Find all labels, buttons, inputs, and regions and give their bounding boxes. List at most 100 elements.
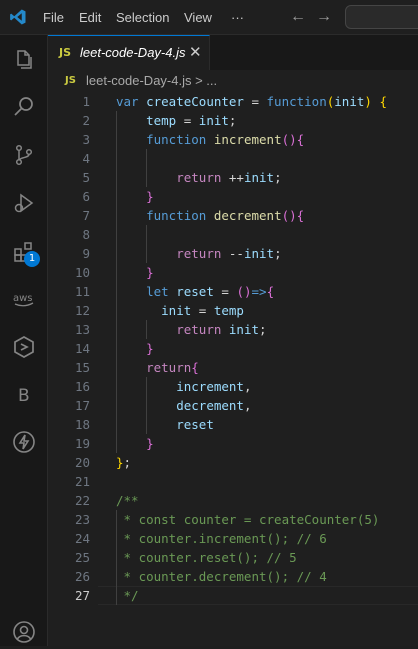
code-token: init [198,113,229,128]
tab-label: leet-code-Day-4.js [80,45,186,60]
code-token: { [266,284,275,299]
code-token: { [296,132,305,147]
code-line[interactable]: 9 return --init; [48,244,418,263]
code-token: reset [176,284,214,299]
thunder-client-icon[interactable] [12,430,36,454]
code-text: let reset = ()=>{ [116,282,274,301]
extensions-badge: 1 [24,251,40,267]
code-line[interactable]: 23 * const counter = createCounter(5) [48,510,418,529]
code-token: ; [123,455,132,470]
code-line[interactable]: 10 } [48,263,418,282]
code-token: * counter.reset(); // 5 [116,550,297,565]
line-number: 17 [74,398,90,413]
code-text: decrement, [116,396,251,415]
line-number: 24 [74,531,90,546]
code-editor[interactable]: 1 var createCounter = function(init) {2 t… [48,92,418,646]
forward-arrow-icon[interactable]: → [316,8,332,26]
code-line[interactable]: 11 let reset = ()=>{ [48,282,418,301]
close-icon[interactable]: ✕ [189,43,202,61]
code-line[interactable]: 5 return ++init; [48,168,418,187]
menu-more[interactable]: ··· [231,10,244,25]
code-line[interactable]: 27 */ [48,586,418,605]
code-token: } [146,189,154,204]
line-number: 5 [82,170,90,185]
source-control-icon[interactable] [12,143,36,167]
back-arrow-icon[interactable]: ← [290,8,306,26]
code-text: return --init; [116,244,281,263]
line-number: 25 [74,550,90,565]
breadcrumb: JS leet-code-Day-4.js > ... [48,70,418,92]
code-line[interactable]: 18 reset [48,415,418,434]
menu-selection[interactable]: Selection [116,10,169,25]
vscode-logo-icon[interactable] [9,8,27,26]
line-number: 6 [82,189,90,204]
code-text: } [116,187,154,206]
account-icon[interactable] [12,620,36,644]
kubernetes-icon[interactable] [12,335,36,359]
breadcrumb-item[interactable]: leet-code-Day-4.js > ... [86,73,217,88]
aws-icon[interactable]: aws [12,287,36,311]
code-token: , [243,398,252,413]
line-number: 12 [74,303,90,318]
code-text: } [116,339,154,358]
code-token: var [116,94,139,109]
code-token: /** [116,493,139,508]
code-text: } [116,434,154,453]
code-line[interactable]: 19 } [48,434,418,453]
code-token: createCounter [146,94,244,109]
code-line[interactable]: 25 * counter.reset(); // 5 [48,548,418,567]
code-token: return [176,322,222,337]
code-line[interactable]: 22 /** [48,491,418,510]
code-token: = [213,284,237,299]
code-line[interactable]: 20}; [48,453,418,472]
code-line[interactable]: 1 var createCounter = function(init) { [48,92,418,111]
code-line[interactable]: 16 increment, [48,377,418,396]
code-line[interactable]: 17 decrement, [48,396,418,415]
b-extension-icon[interactable]: B [12,383,36,407]
line-number: 15 [74,360,90,375]
search-icon[interactable] [12,95,36,119]
menu-view[interactable]: View [184,10,212,25]
code-line[interactable]: 12 init = temp [48,301,418,320]
line-number: 1 [82,94,90,109]
code-token: ; [228,113,237,128]
code-line[interactable]: 2 temp = init; [48,111,418,130]
code-line[interactable]: 21 [48,472,418,491]
code-token: function [266,94,327,109]
code-token: = [176,113,199,128]
code-line[interactable]: 6 } [48,187,418,206]
menu-file[interactable]: File [43,10,64,25]
code-text: return init; [116,320,266,339]
code-line[interactable]: 14 } [48,339,418,358]
command-center-search[interactable] [345,5,418,29]
code-token: return [176,170,222,185]
code-token: init [243,246,275,261]
explorer-icon[interactable] [12,48,36,72]
code-text: init = temp [116,301,244,320]
code-line[interactable]: 15 return{ [48,358,418,377]
code-token: temp [213,303,244,318]
code-line[interactable]: 26 * counter.decrement(); // 4 [48,567,418,586]
run-debug-icon[interactable] [12,191,36,215]
code-token: init [334,94,365,109]
code-line[interactable]: 13 return init; [48,320,418,339]
code-line[interactable]: 3 function increment(){ [48,130,418,149]
line-number: 20 [74,455,90,470]
code-line[interactable]: 8 [48,225,418,244]
line-number: 19 [74,436,90,451]
code-text: reset [116,415,214,434]
code-line[interactable]: 7 function decrement(){ [48,206,418,225]
code-line[interactable]: 24 * counter.increment(); // 6 [48,529,418,548]
menu-edit[interactable]: Edit [79,10,101,25]
line-number: 3 [82,132,90,147]
code-line[interactable]: 4 [48,149,418,168]
code-token: * counter.increment(); // 6 [116,531,327,546]
js-file-icon: JS [65,75,76,86]
tab-leet-code-day-4[interactable]: JS leet-code-Day-4.js ✕ [48,35,210,70]
